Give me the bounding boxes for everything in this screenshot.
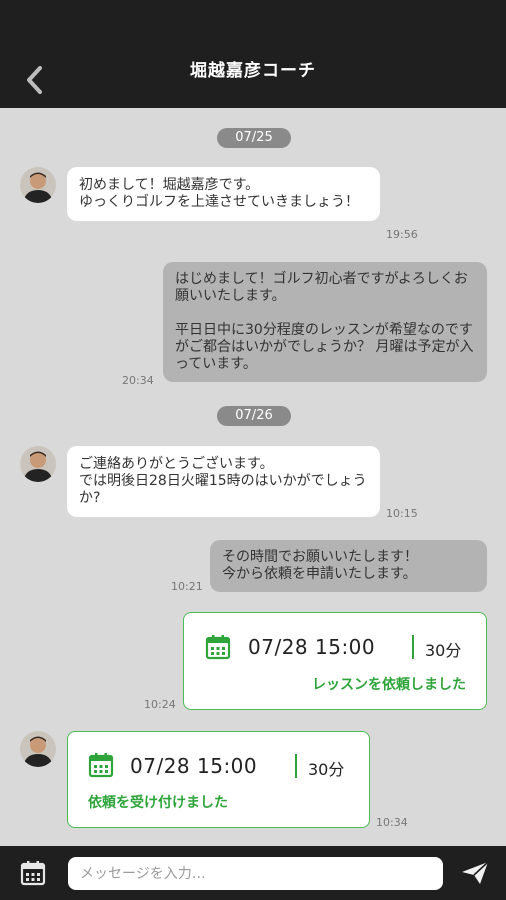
request-status: レッスンを依頼しました (312, 677, 466, 693)
lesson-datetime: 07/28 15:00 (248, 635, 376, 659)
divider (295, 754, 297, 778)
message-bubble-incoming: 初めまして！堀越嘉彦です。 ゆっくりゴルフを上達させていきましょう！ (67, 167, 380, 221)
message-input[interactable] (68, 857, 443, 890)
calendar-icon (88, 753, 114, 778)
calendar-icon (20, 861, 46, 886)
request-status: 依頼を受け付けました (88, 795, 228, 811)
header-bar: 堀越嘉彦コーチ (0, 0, 506, 108)
avatar (20, 446, 56, 482)
calendar-button[interactable] (20, 860, 46, 890)
avatar-image (20, 446, 56, 482)
date-separator: 07/26 (217, 406, 291, 426)
message-bubble-outgoing: その時間でお願いいたします！ 今から依頼を申請いたします。 (210, 540, 487, 592)
avatar (20, 167, 56, 203)
calendar-icon (205, 635, 231, 660)
message-time: 10:24 (144, 698, 176, 711)
lesson-datetime: 07/28 15:00 (130, 754, 258, 778)
message-compose-bar (0, 846, 506, 900)
lesson-duration: 30分 (308, 760, 345, 779)
lesson-accepted-card[interactable]: 07/28 15:00 30分 依頼を受け付けました (67, 731, 370, 828)
avatar-image (20, 731, 56, 767)
message-time: 10:15 (386, 507, 418, 520)
message-bubble-incoming: ご連絡ありがとうございます。 では明後日28日火曜15時のはいかがでしょうか? (67, 446, 380, 517)
avatar (20, 731, 56, 767)
page-title: 堀越嘉彦コーチ (190, 61, 316, 81)
send-icon (462, 861, 489, 884)
message-time: 10:21 (171, 580, 203, 593)
message-bubble-outgoing: はじめまして！ゴルフ初心者ですがよろしくお願いいたします。 平日日中に30分程度… (163, 262, 487, 382)
message-time: 20:34 (122, 374, 154, 387)
lesson-request-card[interactable]: 07/28 15:00 30分 レッスンを依頼しました (183, 612, 487, 710)
message-time: 10:34 (376, 816, 408, 829)
lesson-duration: 30分 (425, 641, 462, 660)
divider (412, 635, 414, 659)
date-separator: 07/25 (217, 128, 291, 148)
message-time: 19:56 (386, 228, 418, 241)
send-button[interactable] (460, 860, 490, 890)
avatar-image (20, 167, 56, 203)
